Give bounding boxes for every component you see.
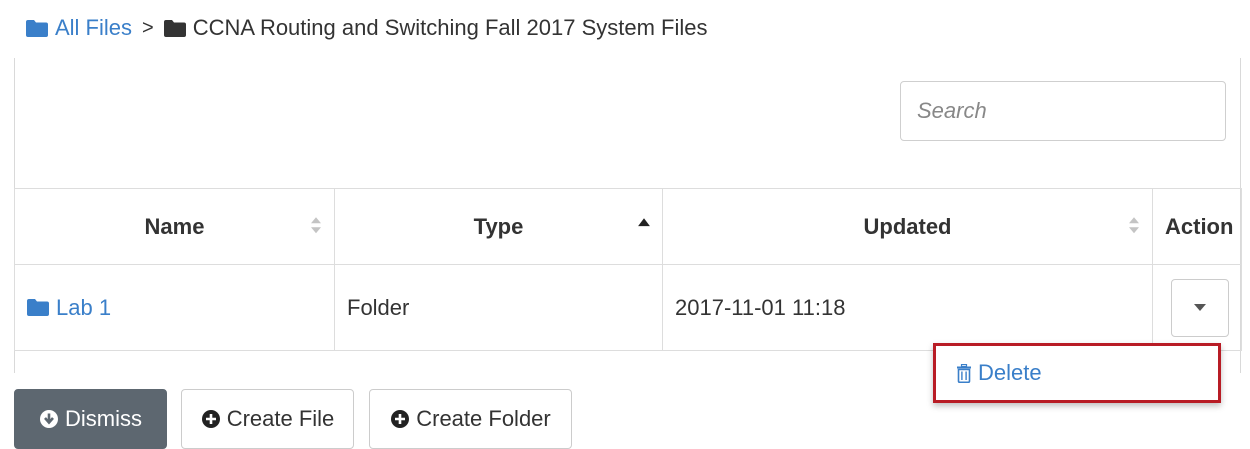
column-header-label: Type [473,213,524,239]
sort-ascending-icon [638,217,650,226]
create-folder-label: Create Folder [416,406,551,431]
sort-both-icon [310,216,322,234]
caret-down-icon [1194,304,1206,311]
create-folder-button[interactable]: Create Folder [369,389,572,449]
search-input[interactable] [900,81,1226,141]
folder-icon [163,19,186,37]
column-header-label: Name [144,213,205,239]
delete-menu-item[interactable]: Delete [956,360,1042,386]
column-header-label: Updated [863,213,952,239]
column-header-label: Action [1165,213,1234,239]
folder-icon [26,19,48,37]
table-header-row: Name Type Updated Action [14,188,1242,265]
column-header-updated[interactable]: Updated [662,188,1153,265]
column-header-name[interactable]: Name [14,188,335,265]
file-link[interactable]: Lab 1 [27,295,322,321]
cell-type: Folder [334,264,663,351]
breadcrumb-all-files[interactable]: All Files [26,15,132,41]
breadcrumb-current: CCNA Routing and Switching Fall 2017 Sys… [163,15,708,41]
create-file-label: Create File [226,406,335,431]
cell-action [1152,264,1242,351]
column-header-type[interactable]: Type [334,188,663,265]
column-header-action: Action [1152,188,1242,265]
create-file-button[interactable]: Create File [181,389,354,449]
table-row: Lab 1 Folder 2017-11-01 11:18 [14,264,1242,351]
action-dropdown-button[interactable] [1171,278,1229,337]
action-menu: Delete [933,343,1221,403]
trash-icon [956,363,978,383]
circle-arrow-down-icon [39,409,65,429]
cell-name: Lab 1 [14,264,335,351]
breadcrumb-current-label: CCNA Routing and Switching Fall 2017 Sys… [192,15,708,40]
plus-circle-icon [201,409,227,429]
breadcrumb-separator: > [142,16,154,39]
breadcrumb-root-label: All Files [55,15,133,40]
folder-icon [27,299,49,316]
cell-updated: 2017-11-01 11:18 [662,264,1153,351]
plus-circle-icon [390,409,416,429]
delete-label: Delete [978,360,1042,385]
dismiss-label: Dismiss [65,406,142,431]
sort-both-icon [1128,216,1140,234]
file-name: Lab 1 [56,294,112,320]
breadcrumb: All Files > CCNA Routing and Switching F… [26,12,708,44]
dismiss-button[interactable]: Dismiss [14,389,167,449]
files-table: Name Type Updated Action Lab 1 Folder 20… [14,188,1242,351]
